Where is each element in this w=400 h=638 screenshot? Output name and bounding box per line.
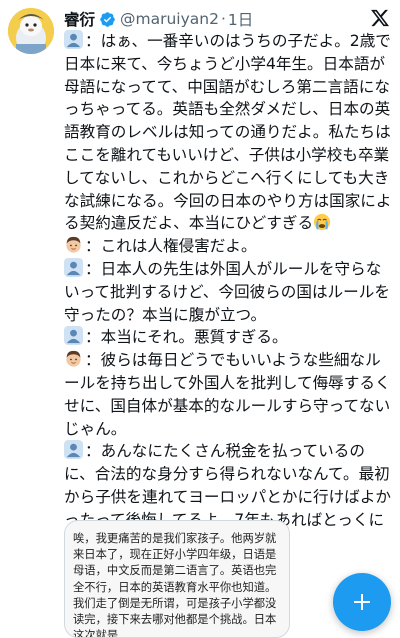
author-handle[interactable]: @maruiyan2 — [120, 10, 219, 28]
paragraph-text: ：彼らは毎日どうでもいいような些細なルールを持ち出して外国人を批判して侮辱するく… — [64, 351, 391, 438]
x-logo-icon — [371, 9, 390, 27]
compose-button[interactable] — [333, 573, 391, 631]
tweet-paragraph: ：はぁ、一番辛いのはうちの子だよ。2歳で日本に来て、今ちょうど小学4年生。日本語… — [64, 30, 394, 235]
tweet-text: ：はぁ、一番辛いのはうちの子だよ。2歳で日本に来て、今ちょうど小学4年生。日本語… — [64, 30, 394, 554]
timestamp[interactable]: 1日 — [228, 8, 253, 30]
crying-face-icon — [313, 214, 331, 231]
avatar-image — [8, 8, 54, 54]
separator-dot: · — [220, 10, 226, 28]
paragraph-text: ：これは人権侵害だよ。 — [85, 237, 257, 256]
plus-icon — [354, 594, 370, 610]
tweet-paragraph: ：日本人の先生は外国人がルールを守らないって批判するけど、今回彼らの国はルールを… — [64, 257, 394, 326]
person-silhouette-icon — [64, 326, 83, 346]
image-chat-text: 唉，我更痛苦的是我们家孩子。他两岁就来日本了，现在正好小学四年级，日语是母语，中… — [73, 532, 277, 638]
tweet-paragraph: ：彼らは毎日どうでもいいような些細なルールを持ち出して外国人を批判して侮辱するく… — [64, 349, 394, 440]
verified-badge-icon — [100, 11, 115, 27]
paragraph-text: ：はぁ、一番辛いのはうちの子だよ。2歳で日本に来て、今ちょうど小学4年生。日本語… — [64, 32, 392, 233]
tweet-paragraph: ：これは人権侵害だよ。 — [64, 235, 394, 258]
person-silhouette-icon — [64, 257, 83, 277]
person-silhouette-icon — [64, 30, 83, 49]
man-face-icon — [64, 349, 83, 368]
author-line: 睿衍 @maruiyan2 · 1日 — [64, 8, 253, 30]
tweet-paragraph: ：本当にそれ。悪質すぎる。 — [64, 326, 394, 349]
attached-image[interactable]: 唉，我更痛苦的是我们家孩子。他两岁就来日本了，现在正好小学四年级，日语是母语，中… — [64, 520, 290, 638]
paragraph-text: ：日本人の先生は外国人がルールを守らないって批判するけど、今回彼らの国はルールを… — [64, 259, 390, 324]
man-face-icon — [64, 235, 83, 254]
person-silhouette-icon — [64, 440, 83, 460]
author-name[interactable]: 睿衍 — [64, 8, 95, 30]
avatar[interactable] — [8, 8, 54, 54]
paragraph-text: ：本当にそれ。悪質すぎる。 — [85, 328, 288, 347]
